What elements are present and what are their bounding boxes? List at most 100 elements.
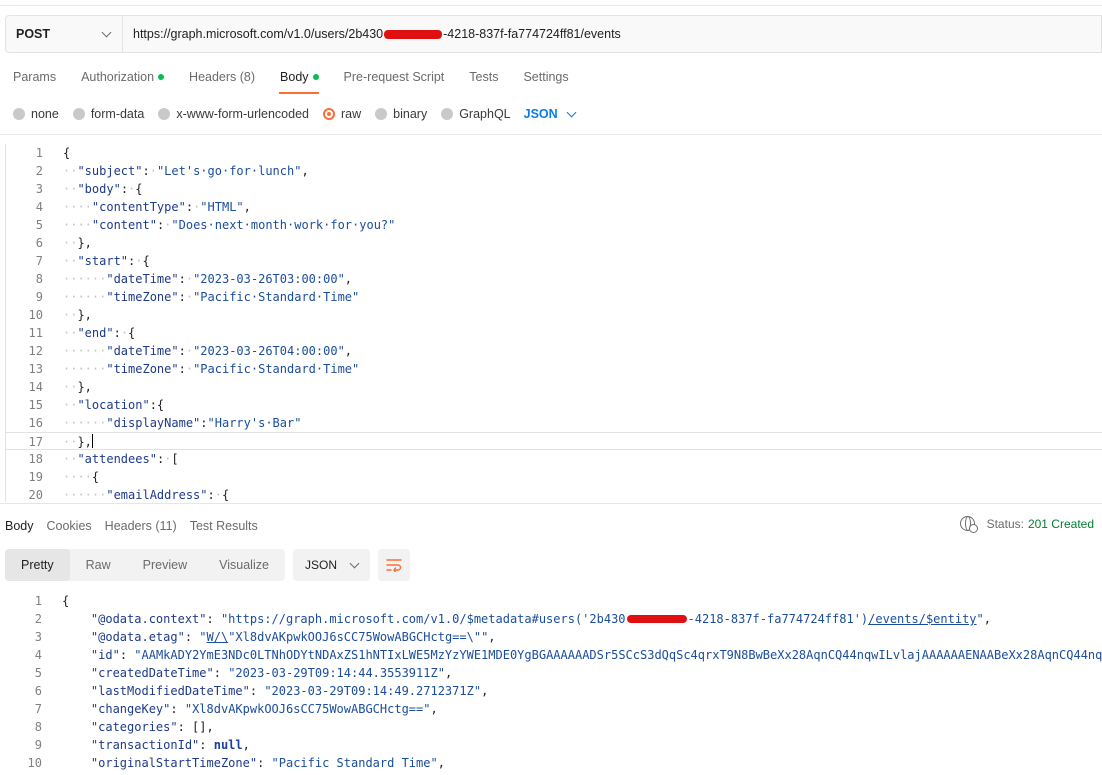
line-number: 5	[35, 218, 43, 232]
line-number: 13	[28, 362, 43, 376]
tab-body[interactable]: Body	[267, 64, 331, 94]
code-line: 1{	[0, 592, 1102, 610]
method-select[interactable]: POST	[6, 16, 123, 52]
radio-checked-icon	[323, 108, 335, 120]
line-number: 2	[35, 164, 43, 178]
code-text: ··},	[63, 380, 92, 394]
url-prefix: https://graph.microsoft.com/v1.0/users/2…	[133, 27, 384, 41]
line-number: 14	[28, 380, 43, 394]
radio-graphql[interactable]: GraphQL	[441, 107, 511, 121]
response-tab-cookies[interactable]: Cookies	[42, 519, 100, 533]
line-number: 7	[34, 702, 42, 716]
radio-label: raw	[341, 107, 362, 121]
tab-settings[interactable]: Settings	[510, 64, 580, 94]
tab-label: Headers (8)	[189, 70, 256, 84]
tab-label: Body	[280, 70, 309, 84]
wrap-lines-button[interactable]	[378, 549, 410, 581]
line-number: 12	[28, 344, 43, 358]
line-number: 10	[27, 756, 42, 770]
tab-tests[interactable]: Tests	[456, 64, 510, 94]
code-text: ··},	[63, 308, 92, 322]
tab-label: Pre-request Script	[343, 70, 445, 84]
code-line: 18 ··"attendees":·[	[6, 450, 1102, 468]
tab-params[interactable]: Params	[0, 64, 68, 94]
code-line: 6 ··},	[6, 234, 1102, 252]
code-line: 2 "@odata.context": "https://graph.micro…	[0, 610, 1102, 628]
code-line: 5 "createdDateTime": "2023-03-29T09:14:4…	[0, 664, 1102, 682]
line-number: 8	[35, 272, 43, 286]
tab-authorization[interactable]: Authorization	[68, 64, 176, 94]
code-line: 8 ······"dateTime":·"2023-03-26T03:00:00"…	[6, 270, 1102, 288]
code-text: "id": "AAMkADY2YmE3NDc0LTNhODYtNDAxZS1hN…	[90, 648, 1102, 662]
code-text: ··"location":{	[63, 398, 165, 412]
radio-raw[interactable]: raw	[323, 107, 361, 121]
code-text: ··},	[63, 434, 93, 449]
line-number: 19	[28, 470, 43, 484]
code-text: "@odata.context": "https://graph.microso…	[90, 612, 991, 626]
active-indicator-dot	[312, 74, 319, 80]
code-text: {	[62, 594, 70, 608]
code-text: ····"contentType":·"HTML",	[63, 200, 251, 214]
tab-label: Settings	[523, 70, 569, 84]
code-text: {	[63, 146, 71, 160]
wrap-lines-icon	[386, 559, 402, 572]
tab-label: Tests	[469, 70, 499, 84]
radio-icon	[72, 108, 85, 120]
tab-label: Params	[13, 70, 57, 84]
radio-x-www-form-urlencoded[interactable]: x-www-form-urlencoded	[158, 107, 309, 121]
redaction-mark	[384, 29, 443, 39]
view-preview-button[interactable]: Preview	[127, 549, 203, 581]
line-number: 1	[35, 146, 43, 160]
radio-icon	[13, 108, 25, 120]
tab-pre-request-script[interactable]: Pre-request Script	[331, 64, 457, 94]
code-line: 4 "id": "AAMkADY2YmE3NDc0LTNhODYtNDAxZS1…	[0, 646, 1102, 664]
response-tab-body[interactable]: Body	[0, 519, 42, 533]
url-suffix: -4218-837f-fa774724ff81/events	[443, 27, 621, 41]
code-text: "transactionId": null,	[90, 738, 250, 752]
code-line: 7 "changeKey": "Xl8dvAKpwkOOJ6sCC75WowAB…	[0, 700, 1102, 718]
code-line: 19 ····{	[6, 468, 1102, 486]
code-line-current: 17 ··},	[6, 432, 1102, 450]
view-raw-button[interactable]: Raw	[70, 549, 127, 581]
line-number: 3	[35, 182, 43, 196]
code-line: 14 ··},	[6, 378, 1102, 396]
line-number: 17	[28, 435, 43, 449]
line-number: 20	[28, 488, 43, 502]
response-body-viewer[interactable]: 1{ 2 "@odata.context": "https://graph.mi…	[0, 592, 1102, 775]
text-caret	[91, 434, 93, 448]
tab-headers[interactable]: Headers (8)	[176, 64, 267, 94]
line-number: 3	[34, 630, 42, 644]
code-line: 11 ··"end":·{	[6, 324, 1102, 342]
code-text: ······"emailAddress":·{	[63, 488, 230, 502]
code-line: 5 ····"content":·"Does·next·month·work·fo…	[6, 216, 1102, 234]
response-tab-test-results[interactable]: Test Results	[185, 519, 266, 533]
response-format-select[interactable]: JSON	[293, 549, 370, 581]
body-type-options: none form-data x-www-form-urlencoded raw…	[13, 104, 577, 124]
url-input[interactable]: https://graph.microsoft.com/v1.0/users/2…	[123, 27, 621, 41]
request-body-editor[interactable]: 1{ 2 ··"subject":·"Let's·go·for·lunch", 3…	[5, 144, 1102, 502]
radio-binary[interactable]: binary	[375, 107, 427, 121]
response-tab-headers[interactable]: Headers (11)	[100, 519, 185, 533]
code-text: "createdDateTime": "2023-03-29T09:14:44.…	[90, 666, 453, 680]
tab-label: Authorization	[81, 70, 155, 84]
radio-icon	[375, 108, 388, 120]
radio-form-data[interactable]: form-data	[72, 107, 144, 121]
radio-none[interactable]: none	[13, 107, 59, 121]
line-number: 8	[34, 720, 42, 734]
code-text: ····{	[63, 470, 100, 484]
code-text: ··"start":·{	[63, 254, 150, 268]
line-number: 2	[34, 612, 42, 626]
globe-icon[interactable]	[959, 516, 978, 533]
body-format-select[interactable]: JSON	[524, 107, 577, 121]
redaction-mark	[626, 615, 687, 623]
line-number: 9	[35, 290, 43, 304]
code-text: "originalStartTimeZone": "Pacific Standa…	[90, 756, 445, 770]
chevron-down-icon	[101, 27, 112, 37]
code-line: 9 ······"timeZone":·"Pacific·Standard·Tim…	[6, 288, 1102, 306]
code-line: 3 "@odata.etag": "W/\"Xl8dvAKpwkOOJ6sCC7…	[0, 628, 1102, 646]
code-text: ······"timeZone":·"Pacific·Standard·Time…	[63, 290, 360, 304]
view-pretty-button[interactable]: Pretty	[5, 549, 70, 581]
line-number: 10	[28, 308, 43, 322]
code-line: 6 "lastModifiedDateTime": "2023-03-29T09…	[0, 682, 1102, 700]
view-visualize-button[interactable]: Visualize	[203, 549, 285, 581]
